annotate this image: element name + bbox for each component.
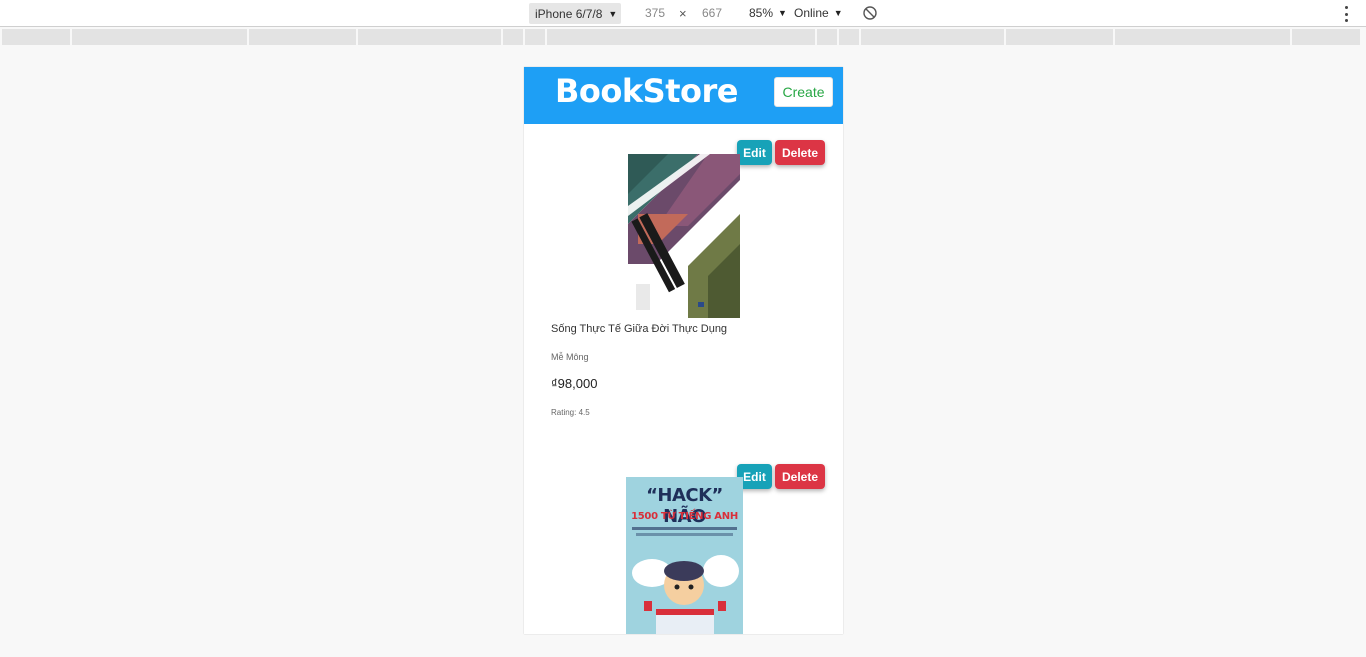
book-card: Edit Delete Sống Thực Tế Giữa Đời Thực D… bbox=[524, 124, 843, 444]
create-button[interactable]: Create bbox=[774, 77, 833, 107]
zoom-value: 85% bbox=[749, 6, 774, 20]
zoom-selector[interactable]: 85% ▼ bbox=[749, 6, 787, 20]
edit-button[interactable]: Edit bbox=[737, 140, 772, 165]
dimension-separator: × bbox=[679, 6, 687, 21]
cover-subtitle: 1500 TỪ TIẾNG ANH bbox=[631, 511, 738, 522]
cover-illustration bbox=[626, 541, 743, 634]
media-query-ruler bbox=[2, 29, 1364, 45]
delete-button[interactable]: Delete bbox=[775, 140, 825, 165]
device-name: iPhone 6/7/8 bbox=[535, 6, 603, 21]
viewport-height-input[interactable]: 667 bbox=[702, 6, 722, 20]
book-author: Mễ Mông bbox=[551, 352, 589, 362]
book-cover-image[interactable]: “HACK” NÃO 1500 TỪ TIẾNG ANH bbox=[626, 477, 743, 634]
book-title[interactable]: Sống Thực Tế Giữa Đời Thực Dụng bbox=[551, 323, 727, 335]
book-card: Edit Delete “HACK” NÃO 1500 TỪ TIẾNG ANH bbox=[524, 448, 843, 634]
viewport-width-input[interactable]: 375 bbox=[645, 6, 665, 20]
network-value: Online bbox=[794, 6, 829, 20]
rotate-icon[interactable] bbox=[862, 5, 878, 21]
book-rating: Rating: 4.5 bbox=[551, 408, 590, 417]
caret-down-icon: ▼ bbox=[833, 8, 843, 18]
book-price: ₫98,000 bbox=[551, 376, 598, 391]
delete-button[interactable]: Delete bbox=[775, 464, 825, 489]
navbar: BookStore Create bbox=[524, 67, 843, 124]
more-options-icon[interactable] bbox=[1343, 6, 1349, 22]
network-throttle-selector[interactable]: Online ▼ bbox=[794, 6, 843, 20]
devtools-toolbar: iPhone 6/7/8 ▼ 375 × 667 85% ▼ Online ▼ bbox=[0, 0, 1366, 27]
device-selector[interactable]: iPhone 6/7/8 ▼ bbox=[529, 3, 622, 24]
brand-logo[interactable]: BookStore bbox=[555, 72, 738, 110]
caret-down-icon: ▼ bbox=[778, 8, 787, 18]
caret-down-icon: ▼ bbox=[608, 8, 618, 19]
device-viewport: BookStore Create Edit Delete Sống Thực T… bbox=[524, 67, 843, 634]
book-cover-image[interactable] bbox=[628, 154, 740, 318]
